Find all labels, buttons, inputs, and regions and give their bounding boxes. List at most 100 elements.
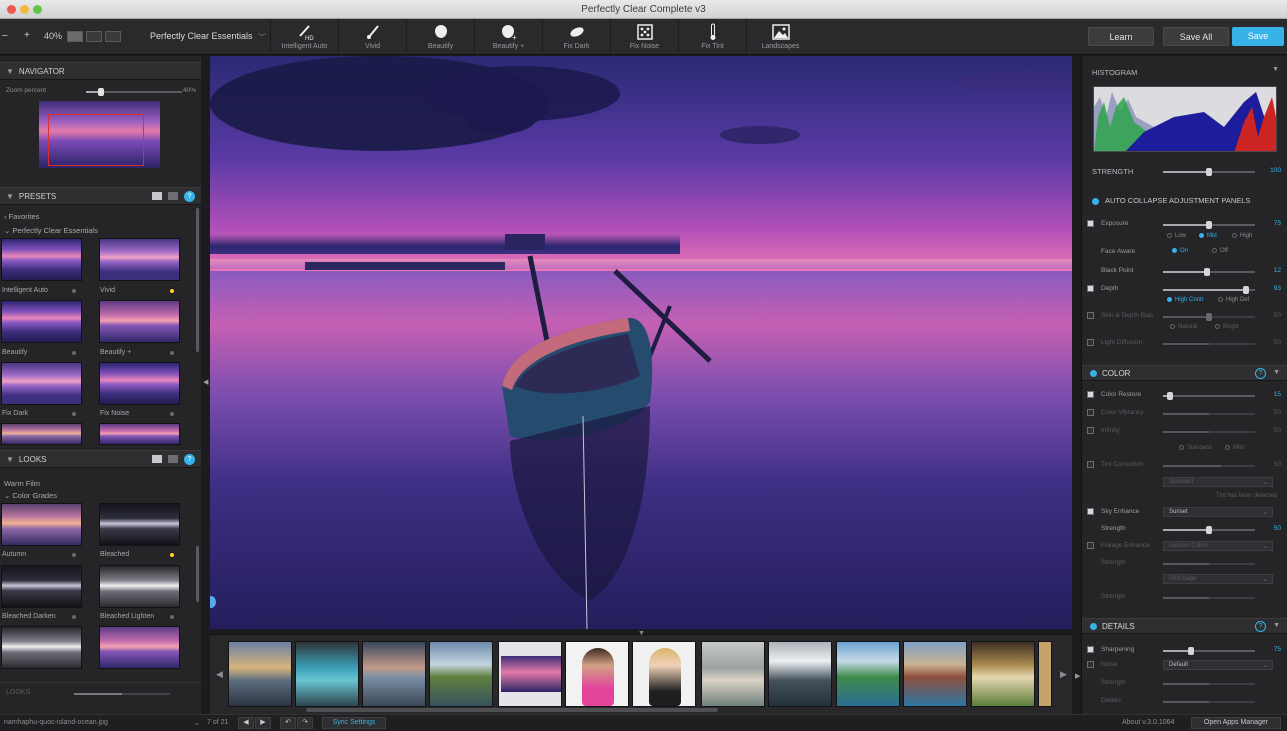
radio-mild[interactable]: Mild (1225, 445, 1244, 451)
grid-view-icon[interactable] (152, 455, 162, 463)
tool-fix-dark[interactable]: Fix Dark (542, 19, 610, 55)
tool-intelligent-auto[interactable]: HD Intelligent Auto (270, 19, 338, 55)
collapse-right-panel-icon[interactable]: ▶ (1075, 672, 1080, 680)
preset-group-select[interactable]: Perfectly Clear Essentials ﹀ (140, 27, 268, 47)
radio-low[interactable]: Low (1167, 233, 1186, 239)
depth-checkbox[interactable] (1087, 285, 1094, 292)
preset-thumb[interactable] (1, 362, 82, 405)
save-all-button[interactable]: Save All (1163, 27, 1229, 46)
film-thumb[interactable] (565, 641, 629, 707)
favorite-star-icon[interactable] (72, 615, 76, 619)
about-version[interactable]: About v.3.0.1064 (1122, 719, 1174, 726)
list-view-icon[interactable] (168, 192, 178, 200)
filmstrip-prev-icon[interactable]: ◀ (216, 669, 223, 680)
favorite-star-icon[interactable] (170, 412, 174, 416)
single-view-button[interactable] (67, 31, 83, 42)
sync-settings-button[interactable]: Sync Settings (322, 717, 386, 729)
auto-collapse-toggle[interactable]: AUTO COLLAPSE ADJUSTMENT PANELS (1092, 196, 1250, 205)
favorite-star-icon[interactable] (170, 615, 174, 619)
look-thumb[interactable] (99, 503, 180, 546)
histogram-header[interactable]: HISTOGRAM (1092, 68, 1137, 77)
color-restore-slider[interactable] (1163, 392, 1255, 400)
filmstrip-collapse-icon[interactable]: ▼ (638, 630, 645, 637)
main-image-canvas[interactable] (210, 56, 1072, 629)
tree-favorites[interactable]: › Favorites (4, 212, 39, 221)
film-thumb[interactable] (768, 641, 832, 707)
film-thumb[interactable] (701, 641, 765, 707)
zoom-in-button[interactable]: + (24, 30, 30, 41)
triangle-down-icon[interactable]: ▼ (1273, 369, 1280, 376)
look-thumb[interactable] (1, 503, 82, 546)
film-thumb[interactable] (903, 641, 967, 707)
infinity-slider[interactable] (1163, 431, 1255, 433)
details-header[interactable]: DETAILS ? ▼ (1082, 618, 1287, 634)
favorite-star-icon[interactable] (72, 351, 76, 355)
vibrancy-checkbox[interactable] (1087, 409, 1094, 416)
sharpening-checkbox[interactable] (1087, 646, 1094, 653)
radio-high[interactable]: High (1232, 233, 1252, 239)
preset-thumb[interactable] (99, 423, 180, 445)
filmstrip-next-icon[interactable]: ▶ (1060, 669, 1067, 680)
sky-mode-dropdown[interactable]: Sunset ⌄ (1163, 507, 1273, 517)
foliage-strength-slider-2[interactable] (1163, 597, 1255, 599)
foliage-dropdown[interactable]: Autumn Colors ⌄ (1163, 541, 1273, 551)
skin-depth-checkbox[interactable] (1087, 312, 1094, 319)
tree-essentials[interactable]: ⌄ Perfectly Clear Essentials (4, 226, 98, 235)
tool-landscapes[interactable]: Landscapes (746, 19, 814, 55)
prev-image-button[interactable]: ◀ (238, 717, 254, 729)
tool-beautify[interactable]: Beautify (406, 19, 474, 55)
tint-correction-checkbox[interactable] (1087, 461, 1094, 468)
radio-natural[interactable]: Natural (1170, 324, 1197, 330)
file-chevron-icon[interactable]: ⌄ (194, 719, 200, 727)
look-thumb[interactable] (1, 565, 82, 608)
noise-dropdown[interactable]: Default ⌄ (1163, 660, 1273, 670)
noise-details-slider[interactable] (1163, 701, 1255, 703)
noise-checkbox[interactable] (1087, 661, 1094, 668)
skin-depth-slider[interactable] (1163, 313, 1255, 321)
histogram-collapse-icon[interactable]: ▼ (1272, 66, 1279, 73)
look-thumb[interactable] (99, 565, 180, 608)
exposure-slider[interactable] (1163, 221, 1255, 229)
film-thumb[interactable] (632, 641, 696, 707)
film-thumb[interactable] (295, 641, 359, 707)
preset-thumb[interactable] (99, 238, 180, 281)
help-icon[interactable]: ? (1255, 368, 1266, 379)
radio-standard[interactable]: Standard (1179, 445, 1211, 451)
looks-strength-slider[interactable] (74, 693, 170, 695)
radio-face-on[interactable]: On (1172, 248, 1188, 254)
radio-high-def[interactable]: High Def (1218, 297, 1249, 303)
radio-high-contrast[interactable]: High Contr (1167, 297, 1204, 303)
preset-thumb[interactable] (99, 300, 180, 343)
black-point-slider[interactable] (1163, 268, 1255, 276)
navigator-header[interactable]: ▼ NAVIGATOR (0, 62, 201, 80)
looks-header[interactable]: ▼ LOOKS ? (0, 450, 201, 468)
light-diffusion-checkbox[interactable] (1087, 339, 1094, 346)
learn-button[interactable]: Learn (1088, 27, 1154, 46)
tint-correction-slider[interactable] (1163, 465, 1255, 467)
light-diffusion-slider[interactable] (1163, 343, 1255, 345)
presets-header[interactable]: ▼ PRESETS ? (0, 187, 201, 205)
infinity-checkbox[interactable] (1087, 427, 1094, 434)
undo-button[interactable]: ↶ (280, 717, 296, 729)
noise-strength-slider[interactable] (1163, 683, 1255, 685)
foliage-checkbox[interactable] (1087, 542, 1094, 549)
depth-slider[interactable] (1163, 286, 1255, 294)
tree-color-grades[interactable]: ⌄ Color Grades (4, 491, 57, 500)
tint-mode-dropdown[interactable]: Standard ⌄ (1163, 477, 1273, 487)
sky-enhance-checkbox[interactable] (1087, 508, 1094, 515)
radio-mid[interactable]: Mid (1199, 233, 1217, 239)
sky-strength-slider[interactable] (1163, 526, 1255, 534)
film-thumb[interactable] (228, 641, 292, 707)
vibrancy-slider[interactable] (1163, 413, 1255, 415)
favorite-star-icon[interactable] (170, 289, 174, 293)
preset-thumb[interactable] (1, 423, 82, 445)
favorite-star-icon[interactable] (72, 412, 76, 416)
look-thumb[interactable] (1, 626, 82, 669)
filmstrip-scrollbar[interactable] (306, 708, 718, 712)
film-thumb[interactable] (1038, 641, 1052, 707)
exposure-checkbox[interactable] (1087, 220, 1094, 227)
looks-scrollbar[interactable] (196, 546, 199, 602)
collapse-left-panel-icon[interactable]: ◀ (203, 378, 208, 386)
open-apps-manager-button[interactable]: Open Apps Manager (1191, 717, 1281, 729)
help-icon[interactable]: ? (184, 454, 195, 465)
